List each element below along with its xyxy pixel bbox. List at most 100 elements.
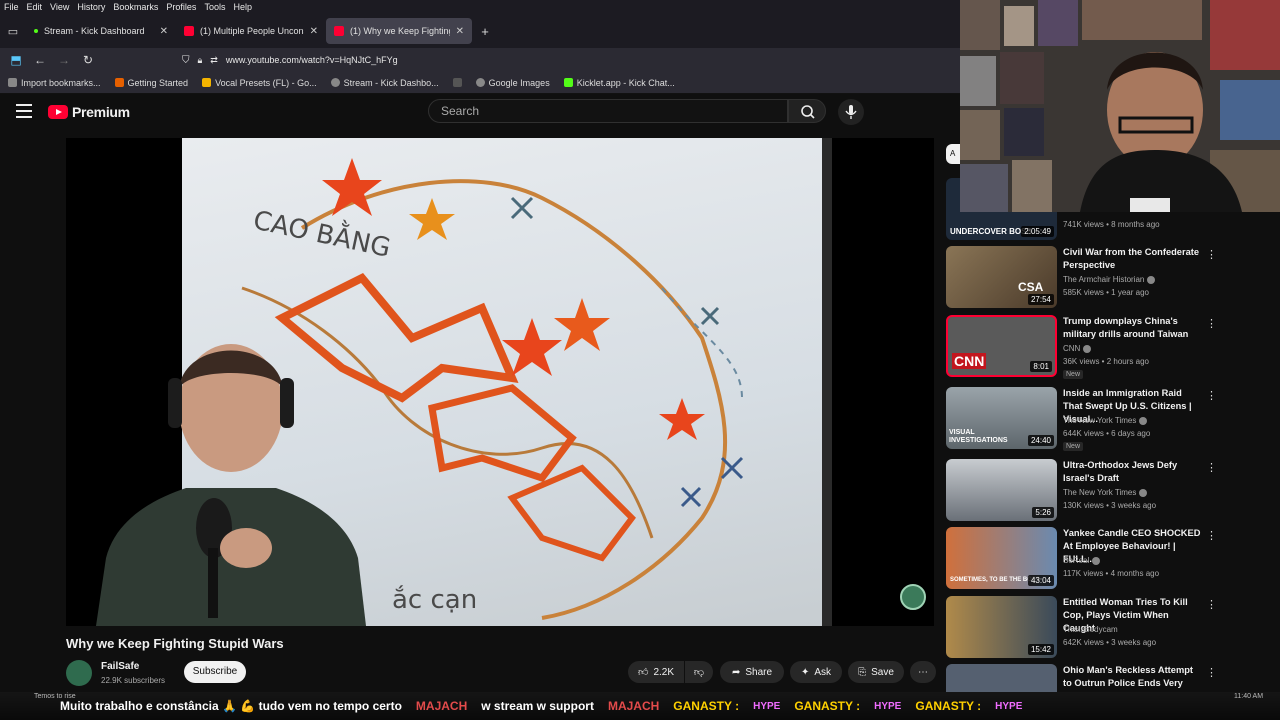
tab-label: Stream - Kick Dashboard: [44, 26, 145, 36]
recommendation-3[interactable]: VISUAL INVESTIGATIONS 24:40 Inside an Im…: [946, 387, 1217, 451]
thumbs-down-icon: 👎︎: [693, 667, 705, 678]
recommendation-title[interactable]: Ohio Man's Reckless Attempt to Outrun Po…: [1063, 664, 1203, 692]
youtube-play-icon: [48, 105, 68, 119]
video-player[interactable]: CAO BẰNG ắc cạn: [66, 138, 934, 626]
more-options-icon[interactable]: ⋮: [1206, 598, 1217, 611]
tab-close-icon[interactable]: ✕: [160, 26, 168, 37]
tab-overview-icon[interactable]: ▭: [0, 25, 26, 38]
recommendation-2[interactable]: CNN 8:01 Trump downplays China's militar…: [946, 315, 1217, 379]
recommendation-meta: 644K views • 6 days ago: [1063, 429, 1151, 438]
shield-icon[interactable]: ⛉: [182, 55, 190, 66]
more-options-icon[interactable]: ⋮: [1206, 461, 1217, 474]
menu-tools[interactable]: Tools: [204, 2, 225, 12]
forward-icon[interactable]: →: [52, 53, 76, 67]
recommendation-thumbnail[interactable]: CNN 8:01: [946, 315, 1057, 377]
save-label: Save: [871, 666, 894, 678]
recommendation-title[interactable]: Trump downplays China's military drills …: [1063, 315, 1203, 341]
recommendation-4[interactable]: 5:26 Ultra-Orthodox Jews Defy Israel's D…: [946, 459, 1217, 523]
bookmark-google-images[interactable]: Google Images: [475, 78, 550, 88]
verified-icon: [1139, 416, 1148, 425]
search-input[interactable]: Search: [428, 99, 788, 123]
menu-file[interactable]: File: [4, 2, 19, 12]
url-text[interactable]: www.youtube.com/watch?v=HqNJtC_hFYg: [226, 55, 398, 65]
subscribe-button[interactable]: Subscribe: [184, 661, 246, 683]
channel-name[interactable]: FailSafe: [101, 661, 139, 672]
channel-avatar[interactable]: [66, 660, 92, 686]
more-options-icon[interactable]: ⋮: [1206, 389, 1217, 402]
more-options-icon[interactable]: ⋮: [1206, 529, 1217, 542]
bookmark-kicklet[interactable]: Kicklet.app - Kick Chat...: [563, 78, 675, 88]
voice-search-button[interactable]: [838, 99, 864, 125]
recommendation-channel[interactable]: CNN: [1063, 344, 1092, 353]
sidebar-toggle-icon[interactable]: ⬒: [4, 53, 28, 67]
recommendation-thumbnail[interactable]: 15:42: [946, 596, 1057, 658]
thumbnail-text: CSA: [1018, 280, 1044, 294]
recommendation-title[interactable]: Ultra-Orthodox Jews Defy Israel's Draft: [1063, 459, 1203, 485]
menu-icon[interactable]: [16, 104, 32, 118]
recommendation-1[interactable]: CSA 27:54 Civil War from the Confederate…: [946, 246, 1217, 310]
save-button[interactable]: ⎘ Save: [848, 661, 904, 683]
recommendation-5[interactable]: SOMETIMES, TO BE THE BOSS 43:04 Yankee C…: [946, 527, 1217, 591]
recommendation-channel[interactable]: The Armchair Historian: [1063, 275, 1156, 284]
recommendation-meta: 741K views • 8 months ago: [1063, 220, 1160, 229]
recommendation-thumbnail[interactable]: VISUAL INVESTIGATIONS 24:40: [946, 387, 1057, 449]
recommendation-channel[interactable]: The New York Times: [1063, 488, 1148, 497]
verified-icon: [1083, 344, 1092, 353]
youtube-logo[interactable]: Premium: [48, 104, 130, 120]
more-options-icon[interactable]: ⋮: [1206, 317, 1217, 330]
ask-button[interactable]: ✦ Ask: [790, 661, 842, 683]
bookmark-import[interactable]: Import bookmarks...: [8, 78, 101, 88]
thumbnail-text: SOMETIMES, TO BE THE BOSS: [950, 577, 1040, 583]
recommendation-thumbnail[interactable]: SOMETIMES, TO BE THE BOSS 43:04: [946, 527, 1057, 589]
more-options-icon[interactable]: ⋮: [1206, 666, 1216, 679]
ticker-user: GANASTY :: [673, 699, 740, 713]
url-bar[interactable]: ⛉ 🔒︎ ⇄ www.youtube.com/watch?v=HqNJtC_hF…: [176, 50, 936, 70]
menu-help[interactable]: Help: [233, 2, 252, 12]
recommendation-thumbnail[interactable]: 5:26: [946, 459, 1057, 521]
recommendation-7[interactable]: Ohio Man's Reckless Attempt to Outrun Po…: [946, 664, 1216, 692]
bookmark-getting-started[interactable]: Getting Started: [114, 78, 188, 88]
like-button[interactable]: 👍︎ 2.2K: [628, 661, 684, 683]
tab-why-we-keep-fighting[interactable]: (1) Why we Keep Fighting Stupi ✕: [326, 18, 472, 44]
recommendation-meta: 36K views • 2 hours ago: [1063, 357, 1149, 366]
recommendation-channel[interactable]: ThisIsBodycam: [1063, 625, 1118, 634]
recommendation-thumbnail[interactable]: [946, 664, 1057, 692]
search-button[interactable]: [788, 99, 826, 123]
youtube-favicon-icon: [184, 26, 194, 36]
tab-kick-dashboard[interactable]: Stream - Kick Dashboard ✕: [26, 18, 176, 44]
kick-favicon-icon: [34, 29, 38, 33]
permissions-icon[interactable]: ⇄: [210, 55, 218, 66]
recommendation-channel[interactable]: SoReal: [1063, 556, 1101, 565]
channel-watermark-avatar[interactable]: [900, 584, 926, 610]
menu-bookmarks[interactable]: Bookmarks: [113, 2, 158, 12]
duration-badge: 5:26: [1032, 507, 1054, 518]
new-badge: New: [1063, 442, 1084, 451]
ticker-user: MAJACH: [607, 699, 660, 713]
recommendation-thumbnail[interactable]: CSA 27:54: [946, 246, 1057, 308]
verified-icon: [1092, 556, 1101, 565]
microphone-icon: [845, 105, 857, 119]
back-icon[interactable]: ←: [28, 53, 52, 67]
tab-label: (1) Multiple People Unconsciou: [200, 26, 304, 36]
bookmark-s[interactable]: [452, 78, 462, 87]
tab-multiple-people[interactable]: (1) Multiple People Unconsciou ✕: [176, 18, 326, 44]
bookmark-vocal-presets[interactable]: Vocal Presets (FL) - Go...: [202, 78, 317, 88]
tab-close-icon[interactable]: ✕: [310, 26, 318, 37]
menu-history[interactable]: History: [77, 2, 105, 12]
recommendation-6[interactable]: 15:42 Entitled Woman Tries To Kill Cop, …: [946, 596, 1217, 660]
menu-view[interactable]: View: [50, 2, 69, 12]
tab-close-icon[interactable]: ✕: [456, 26, 464, 37]
menu-edit[interactable]: Edit: [27, 2, 43, 12]
lock-icon[interactable]: 🔒︎: [198, 55, 203, 66]
menu-profiles[interactable]: Profiles: [166, 2, 196, 12]
filter-chip-all[interactable]: A: [946, 144, 960, 164]
bookmark-kick-dashboard[interactable]: Stream - Kick Dashbo...: [330, 78, 439, 88]
dislike-button[interactable]: 👎︎: [685, 661, 713, 683]
share-button[interactable]: ➦ Share: [720, 661, 784, 683]
more-actions-button[interactable]: ⋯: [910, 661, 936, 683]
more-options-icon[interactable]: ⋮: [1206, 248, 1217, 261]
reload-icon[interactable]: ↻: [76, 53, 100, 67]
recommendation-title[interactable]: Civil War from the Confederate Perspecti…: [1063, 246, 1203, 272]
new-tab-button[interactable]: +: [472, 24, 498, 39]
recommendation-channel[interactable]: The New York Times: [1063, 416, 1148, 425]
